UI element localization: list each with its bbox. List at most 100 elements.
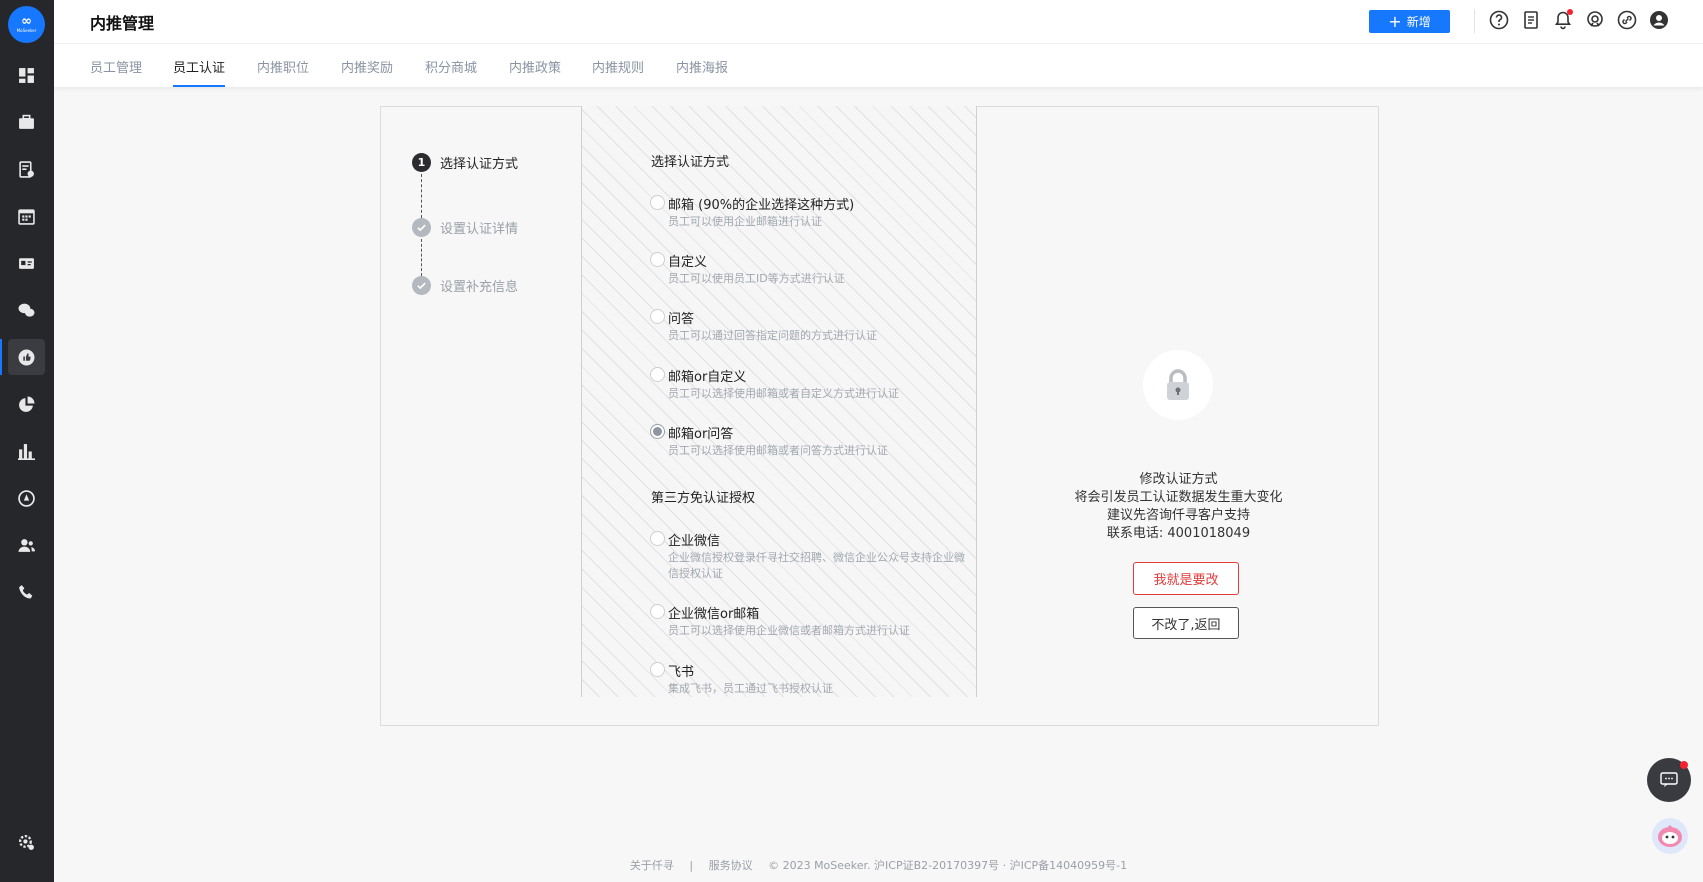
sidebar-wechat[interactable] [8,292,45,328]
footer-separator: | [689,859,694,872]
option-name: 邮箱 (90%的企业选择这种方式) [668,198,855,213]
option-desc: 员工可以使用企业邮箱进行认证 [668,215,822,228]
sidebar-resume[interactable] [8,151,45,187]
step-label: 设置认证详情 [440,222,519,237]
option-desc: 员工可以使用员工ID等方式进行认证 [668,272,845,285]
footer-copyright: © 2023 MoSeeker. 沪ICP证B2-20170397号 · 沪IC… [768,859,1128,872]
tab-referral-poster[interactable]: 内推海报 [676,57,728,87]
radio-button[interactable] [650,367,665,382]
sidebar-referral[interactable] [8,339,45,375]
sidebar-id-card[interactable] [8,245,45,281]
option-desc: 员工可以选择使用邮箱或者自定义方式进行认证 [668,387,899,400]
option-desc: 员工可以选择使用邮箱或者问答方式进行认证 [668,444,888,457]
tab-referral-jobs[interactable]: 内推职位 [257,57,309,87]
robot-icon [1658,825,1682,847]
add-button[interactable]: + 新增 [1369,10,1450,33]
notification-dot [1567,9,1573,15]
notice-line-1: 修改认证方式 [1139,472,1218,487]
add-button-label: 新增 [1406,15,1431,29]
tab-referral-rules[interactable]: 内推规则 [592,57,644,87]
sidebar-settings[interactable] [8,824,45,860]
radio-button[interactable] [650,195,665,210]
chat-unread-dot [1680,761,1688,769]
chat-icon [1660,772,1678,787]
sidebar-calendar[interactable] [8,198,45,234]
lock-icon [1167,369,1189,400]
option-desc: 企业微信授权登录仟寻社交招聘、微信企业公众号支持企业微信授权认证 [668,551,965,580]
dashboard-icon [19,67,34,83]
option-name: 自定义 [668,255,708,270]
radio-button[interactable] [650,604,665,619]
notice-phone: 联系电话: 4001018049 [1106,526,1251,541]
notice-line-3: 建议先咨询仟寻客户支持 [1106,508,1250,523]
sidebar-talent[interactable] [8,480,45,516]
footer-about-link[interactable]: 关于仟寻 [630,859,674,872]
section-title-auth-method: 选择认证方式 [651,155,730,170]
radio-button[interactable] [650,531,665,546]
footer-terms-link[interactable]: 服务协议 [709,859,753,872]
sidebar-jobs[interactable] [8,104,45,140]
id-card-icon [19,257,34,269]
radio-button-checked[interactable] [650,424,665,439]
phone-icon [19,584,33,598]
bar-chart-icon [18,443,35,460]
thumbs-up-icon [18,349,35,365]
step-3: 设置补充信息 [412,276,518,295]
back-button[interactable]: 不改了,返回 [1133,607,1239,639]
team-icon [18,538,35,552]
support-button[interactable] [1584,9,1606,31]
page-title: 内推管理 [90,14,155,33]
sidebar-dashboard[interactable] [8,57,45,93]
section-title-third-party: 第三方免认证授权 [651,491,756,506]
person-circle-icon [18,489,35,507]
chat-widget[interactable] [1647,758,1691,802]
notice-line-2: 将会引发员工认证数据发生重大变化 [1074,490,1283,505]
radio-button[interactable] [650,662,665,677]
lock-badge [1143,350,1213,420]
wechat-icon [18,303,35,317]
step-1: 1 选择认证方式 [412,153,518,172]
tab-bar: 员工管理 员工认证 内推职位 内推奖励 积分商城 内推政策 内推规则 内推海报 [54,43,1703,87]
option-desc: 员工可以选择使用企业微信或者邮箱方式进行认证 [668,624,910,637]
assistant-bot-widget[interactable] [1652,818,1688,854]
user-icon [1650,11,1668,29]
option-desc: 员工可以通过回答指定问题的方式进行认证 [668,329,877,342]
radio-button[interactable] [650,252,665,267]
tab-employee-certification[interactable]: 员工认证 [173,57,226,87]
sidebar-phone[interactable] [8,574,45,610]
tab-referral-rewards[interactable]: 内推奖励 [341,57,393,87]
logo-word: MoSeeker [16,27,37,33]
tab-referral-policy[interactable]: 内推政策 [509,57,561,87]
user-button[interactable] [1648,9,1670,31]
link-icon [1617,10,1637,30]
step-number: 1 [412,153,431,172]
confirm-change-button[interactable]: 我就是要改 [1133,562,1239,595]
moseeker-logo[interactable]: ∞ MoSeeker [8,6,45,43]
header-divider [1474,9,1475,33]
auth-method-panel: 选择认证方式 邮箱 (90%的企业选择这种方式) 员工可以使用企业邮箱进行认证 … [581,106,977,697]
notifications-button[interactable] [1552,9,1574,31]
check-icon [412,276,431,295]
radio-button[interactable] [650,309,665,324]
docs-button[interactable] [1520,9,1542,31]
option-name: 企业微信or邮箱 [668,607,760,622]
step-label: 选择认证方式 [440,157,519,172]
sidebar-analytics[interactable] [8,386,45,422]
sidebar-team[interactable] [8,527,45,563]
sidebar-reports[interactable] [8,433,45,469]
option-name: 飞书 [668,665,695,680]
step-label: 设置补充信息 [440,280,519,295]
logo-mark: ∞ [21,13,32,29]
document-icon [1524,11,1538,29]
help-button[interactable] [1488,9,1510,31]
option-name: 问答 [668,312,695,327]
certification-card: 1 选择认证方式 设置认证详情 设置补充信息 选择认证方式 邮箱 (90%的企业… [380,106,1379,726]
tab-points-mall[interactable]: 积分商城 [425,57,477,87]
resume-icon [19,160,34,178]
sidebar-active-indicator [0,339,2,375]
calendar-icon [18,208,35,225]
pie-chart-icon [19,396,35,412]
option-desc: 集成飞书，员工通过飞书授权认证 [668,682,833,695]
tab-employee-management[interactable]: 员工管理 [90,57,142,87]
link-button[interactable] [1616,9,1638,31]
